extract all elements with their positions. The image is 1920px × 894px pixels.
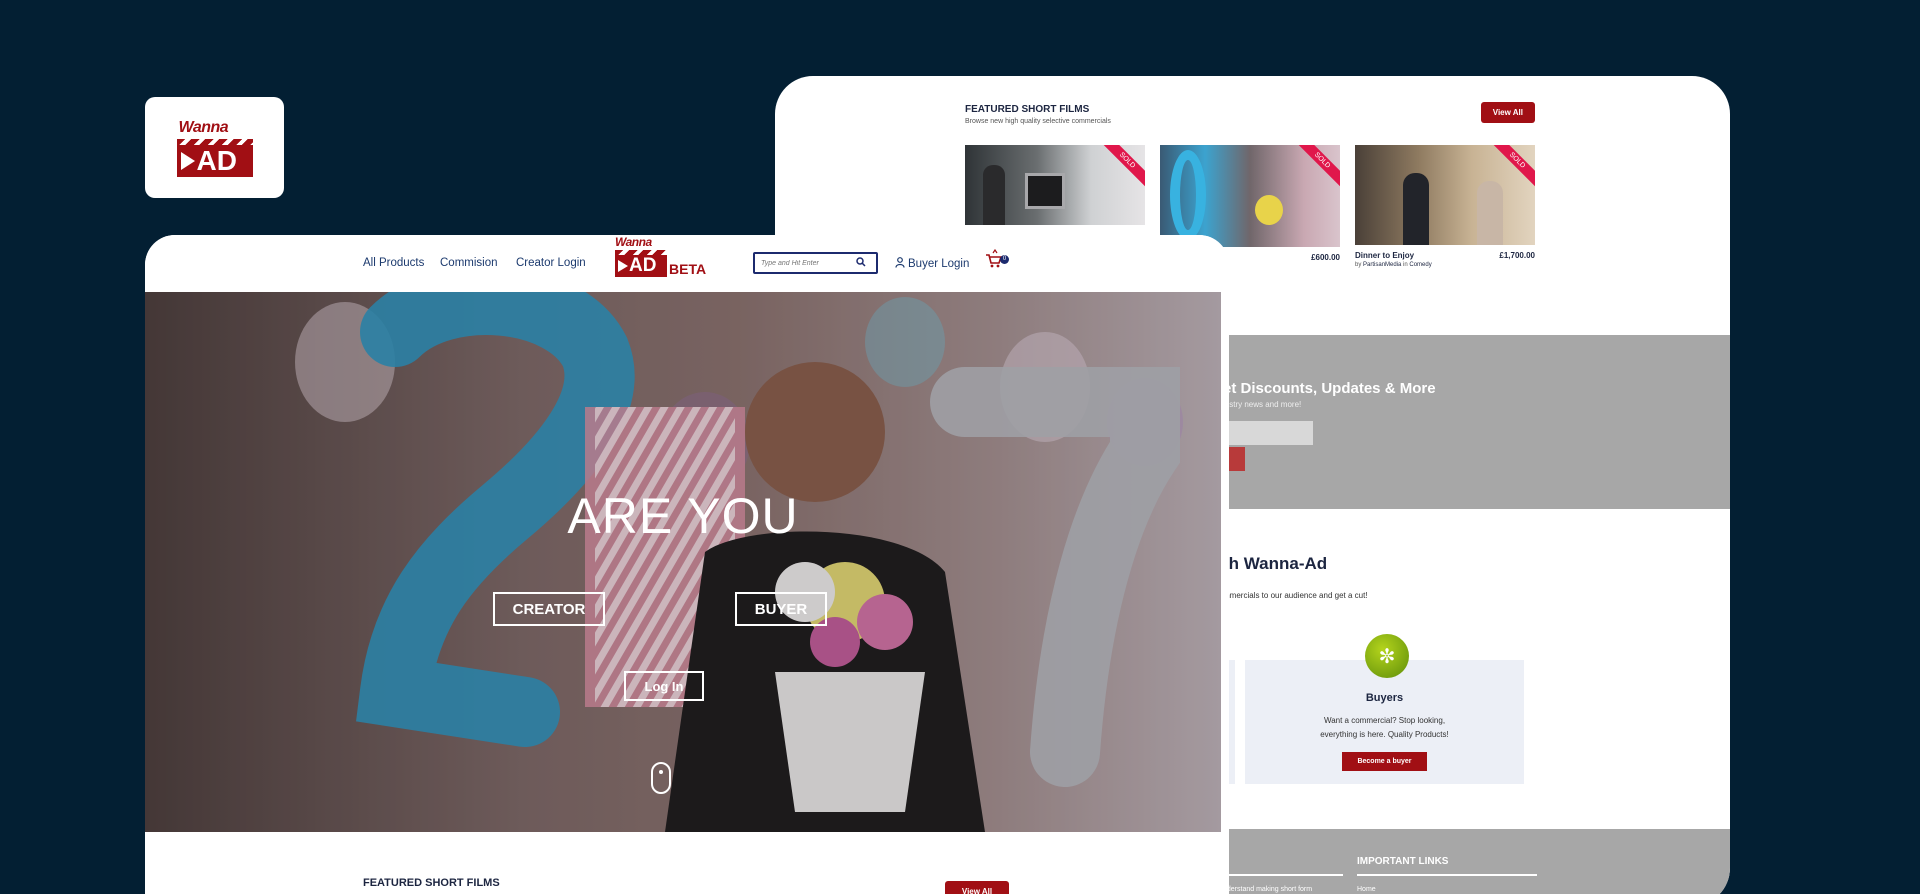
buyer-login-label: Buyer Login [908,258,970,270]
featured-title: FEATURED SHORT FILMS [363,877,500,889]
scroll-mouse-icon[interactable] [651,762,671,794]
footer-link-home[interactable]: Home [1357,886,1376,893]
cart-button[interactable]: 0 [985,248,1009,271]
logo-ad-text: AD [196,144,237,176]
nav-logo[interactable]: Wanna AD BETA [615,235,706,277]
divider [1223,874,1343,876]
product-category[interactable]: Comedy [1409,262,1431,268]
search-input[interactable] [755,259,850,267]
buyer-login-link[interactable]: Buyer Login [895,257,969,271]
footer-about-text: nderstand making short form [1223,886,1313,893]
buyers-text-line1: Want a commercial? Stop looking, [1323,716,1446,725]
buyers-box: Buyers Want a commercial? Stop looking, … [1245,660,1524,784]
sold-badge: SOLD [1094,145,1145,193]
login-button[interactable]: Log In [624,671,704,701]
newsletter-email-field[interactable] [1223,421,1313,445]
product-thumbnail[interactable]: SOLD [965,145,1145,225]
featured-subtitle: Browse new high quality selective commer… [965,118,1111,125]
user-icon [895,257,905,271]
product-card[interactable]: SOLD Dinner to Enjoy £1,700.00 by Partis… [1355,145,1535,268]
featured-title: FEATURED SHORT FILMS [965,104,1090,115]
sold-badge: SOLD [1289,145,1340,193]
product-byline: by PartisanMedia in Comedy [1355,262,1535,268]
buyers-title: Buyers [1365,692,1404,704]
important-links-heading: IMPORTANT LINKS [1357,856,1449,867]
section-title: th Wanna-Ad [1223,554,1328,573]
divider [1357,874,1537,876]
newsletter-subtitle: lustry news and more! [1223,400,1302,409]
buyers-icon: ✼ [1365,634,1409,678]
play-icon [618,260,628,272]
hero-overlay [145,292,1221,832]
product-price: £600.00 [1311,253,1340,262]
main-browser-window: All Products Commision Creator Login Wan… [145,235,1229,894]
search-icon[interactable] [856,256,866,270]
hero-banner: ARE YOU CREATOR BUYER Log In [145,292,1221,832]
become-buyer-button[interactable]: Become a buyer [1342,752,1427,771]
buyers-text-line2: everything is here. Quality Products! [1320,730,1449,739]
section-subtitle: mmercials to our audience and get a cut! [1223,591,1368,600]
product-author[interactable]: PartisanMedia [1363,262,1401,268]
search-box[interactable] [753,252,878,274]
cart-count-badge: 0 [1000,255,1009,264]
product-thumbnail[interactable]: SOLD [1160,145,1340,247]
brand-logo-card: Wanna AD [145,97,284,198]
product-price: £1,700.00 [1499,251,1535,260]
hero-heading: ARE YOU [567,488,799,544]
product-title[interactable]: Dinner to Enjoy [1355,251,1414,260]
navbar: All Products Commision Creator Login Wan… [145,235,1229,292]
logo-ad-text: AD [629,255,657,276]
nav-commision[interactable]: Commision [440,257,498,269]
creator-button[interactable]: CREATOR [493,592,605,626]
in-label: in [1403,262,1408,268]
logo-wanna-text: Wanna [178,118,229,136]
beta-label: BETA [669,261,707,277]
newsletter-title: et Discounts, Updates & More [1223,380,1436,397]
nav-all-products[interactable]: All Products [363,257,424,269]
product-thumbnail[interactable]: SOLD [1355,145,1535,245]
buyer-button[interactable]: BUYER [735,592,827,626]
view-all-button[interactable]: View All [945,881,1009,894]
nav-creator-login[interactable]: Creator Login [516,257,586,269]
play-icon [180,151,195,170]
wanna-ad-logo: Wanna AD [176,118,253,177]
view-all-button[interactable]: View All [1480,102,1535,123]
logo-wanna-text: Wanna [615,235,652,249]
by-label: by [1355,262,1362,268]
